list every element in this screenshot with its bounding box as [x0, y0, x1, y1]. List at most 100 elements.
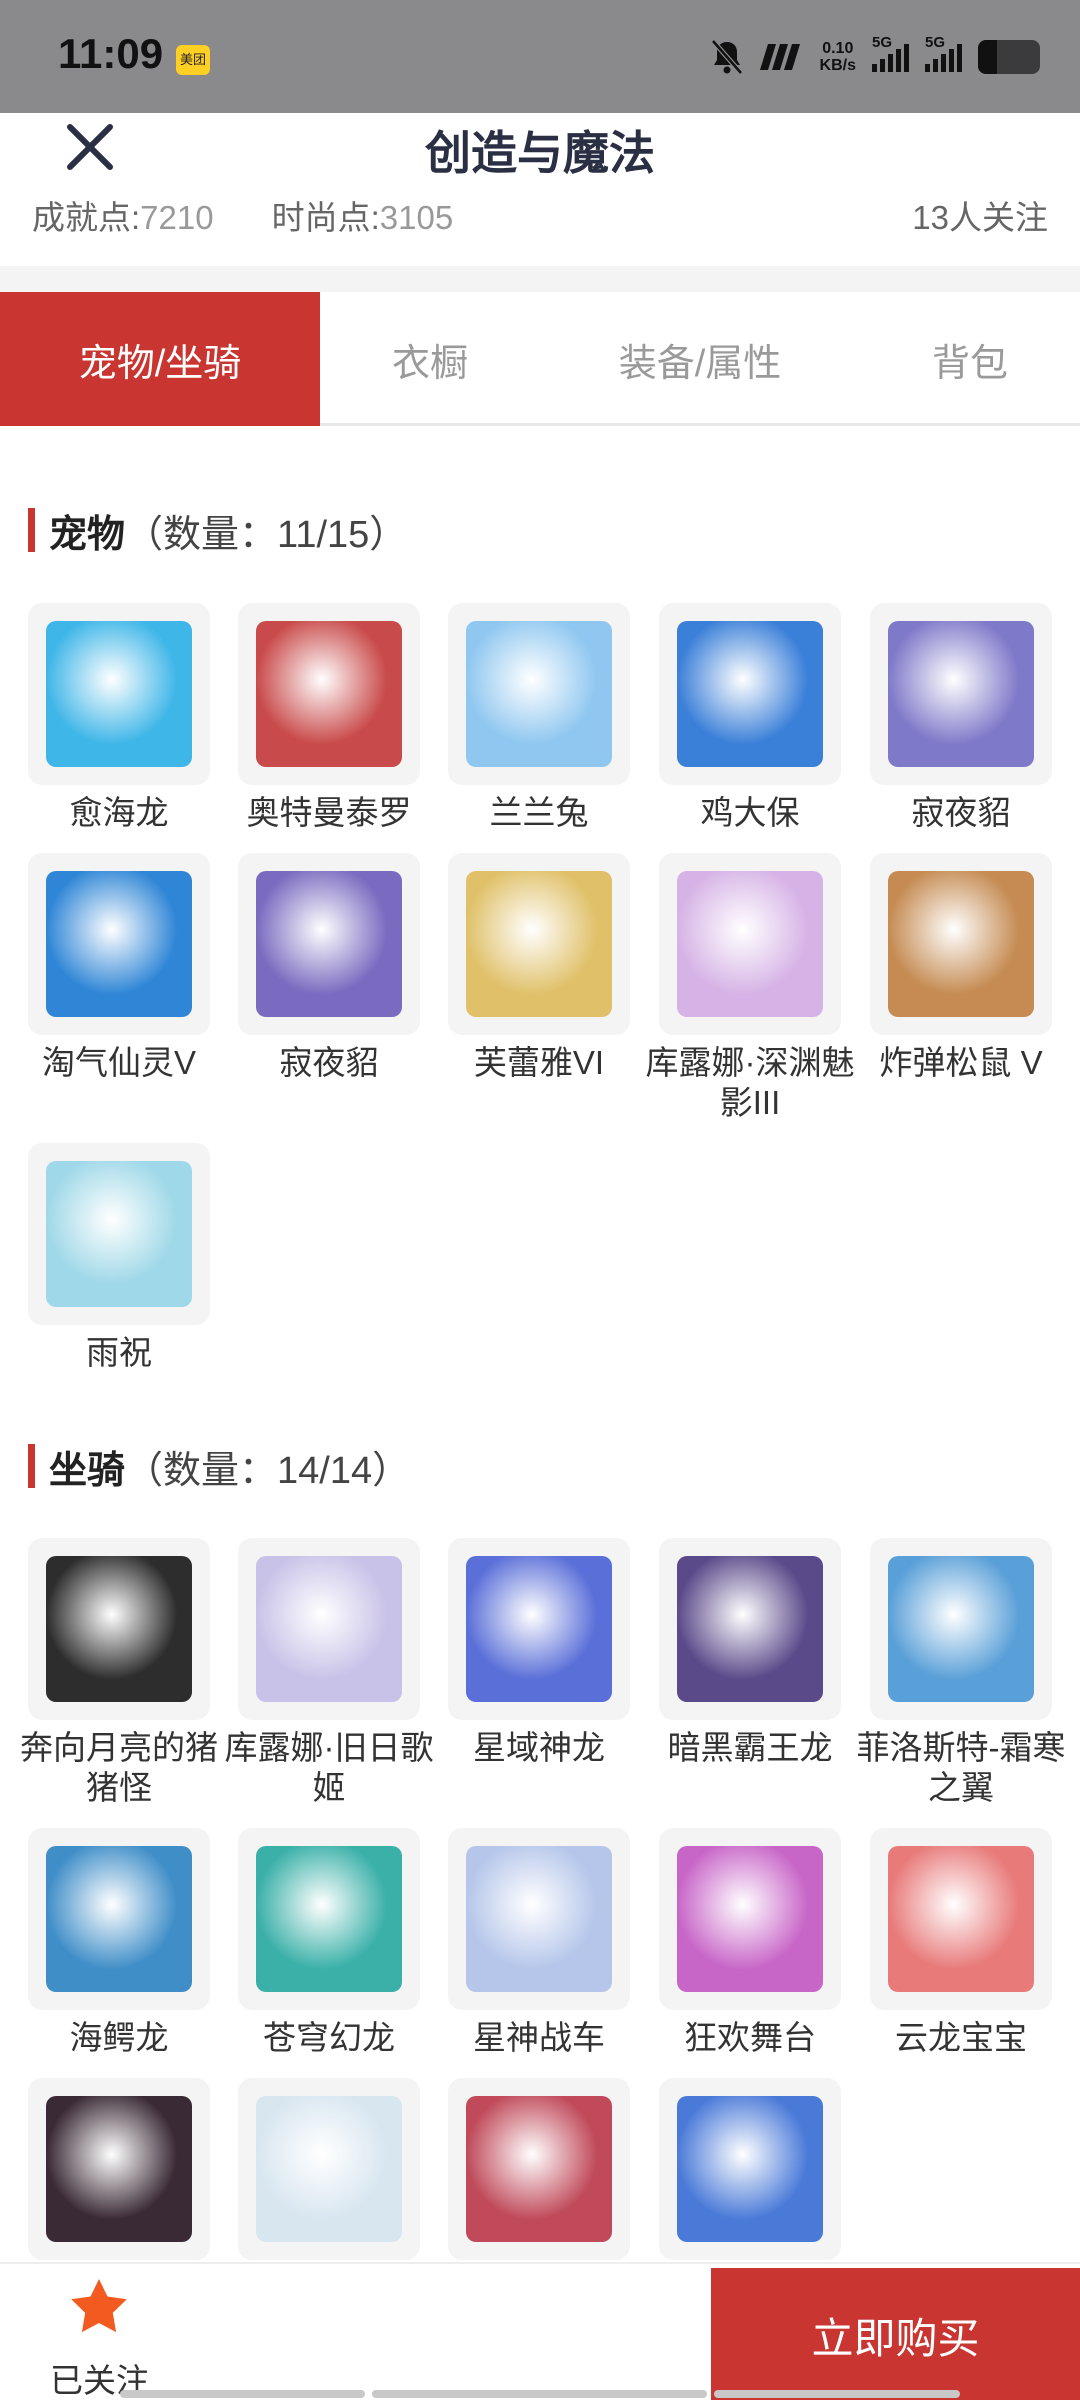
item-thumbnail — [28, 2078, 210, 2260]
network-speed: 0.10 KB/s — [819, 40, 856, 74]
item-image — [677, 621, 823, 767]
gesture-bar — [714, 2390, 960, 2398]
grid-item[interactable]: 苍穹幻龙 — [238, 1828, 420, 2058]
follower-count: 13人关注 — [912, 199, 1048, 236]
item-image — [466, 621, 612, 767]
grid-item[interactable]: 库露娜·旧日歌姬 — [225, 1538, 434, 1808]
item-label: 兰兰兔 — [489, 794, 589, 831]
grid-item[interactable] — [448, 2078, 630, 2268]
meituan-notification-icon: 美团 — [176, 45, 210, 75]
item-label: 库露娜·旧日歌姬 — [224, 1729, 434, 1806]
item-image — [677, 2096, 823, 2242]
sim2-signal-icon: 5G — [925, 34, 962, 72]
section-marker — [28, 1444, 35, 1488]
item-label: 鸡大保 — [700, 794, 800, 831]
follow-button[interactable]: 已关注 — [0, 2264, 200, 2400]
grid-item[interactable] — [238, 2078, 420, 2268]
item-label: 库露娜·深渊魅影III — [645, 1044, 855, 1121]
grid-item[interactable]: 雨祝 — [28, 1143, 210, 1373]
item-image — [256, 1556, 402, 1702]
item-label: 炸弹松鼠 V — [879, 1044, 1043, 1081]
item-label: 狂欢舞台 — [684, 2019, 816, 2056]
item-thumbnail — [28, 603, 210, 785]
mounts-section-title: 坐骑 （数量：14/14） — [28, 1442, 410, 1492]
item-image — [46, 2096, 192, 2242]
grid-item[interactable]: 狂欢舞台 — [659, 1828, 841, 2058]
item-thumbnail — [238, 853, 420, 1035]
status-icons: 0.10 KB/s 5G 5G — [710, 34, 1040, 80]
item-label: 星域神龙 — [473, 1729, 605, 1766]
grid-item[interactable] — [659, 2078, 841, 2268]
item-image — [466, 1846, 612, 1992]
hd-signal-icon — [759, 44, 800, 70]
item-image — [466, 871, 612, 1017]
item-thumbnail — [659, 603, 841, 785]
item-image — [466, 2096, 612, 2242]
buy-now-button[interactable]: 立即购买 — [711, 2268, 1080, 2400]
fashion-points: 时尚点:3105 — [271, 199, 454, 236]
item-label: 寂夜貂 — [911, 794, 1011, 831]
section-marker — [28, 508, 35, 552]
grid-item[interactable]: 海鳄龙 — [28, 1828, 210, 2058]
tab-backpack[interactable]: 背包 — [860, 292, 1080, 426]
item-image — [46, 1161, 192, 1307]
status-time: 11:09 — [58, 30, 164, 77]
grid-item[interactable]: 寂夜貂 — [238, 853, 420, 1083]
item-thumbnail — [28, 1143, 210, 1325]
grid-item[interactable]: 炸弹松鼠 V — [870, 853, 1052, 1083]
item-thumbnail — [238, 1538, 420, 1720]
item-thumbnail — [448, 853, 630, 1035]
gesture-bar — [120, 2390, 365, 2398]
item-thumbnail — [28, 1828, 210, 2010]
grid-item[interactable]: 云龙宝宝 — [870, 1828, 1052, 2058]
item-thumbnail — [448, 1538, 630, 1720]
item-image — [677, 871, 823, 1017]
item-thumbnail — [238, 2078, 420, 2260]
item-image — [256, 621, 402, 767]
grid-item[interactable]: 菲洛斯特-霜寒之翼 — [857, 1538, 1066, 1808]
item-label: 寂夜貂 — [279, 1044, 379, 1081]
grid-item[interactable]: 寂夜貂 — [870, 603, 1052, 833]
item-thumbnail — [238, 603, 420, 785]
tab-wardrobe[interactable]: 衣橱 — [320, 292, 540, 426]
item-image — [888, 621, 1034, 767]
item-label: 菲洛斯特-霜寒之翼 — [856, 1729, 1066, 1806]
item-label: 淘气仙灵V — [41, 1044, 196, 1081]
item-thumbnail — [448, 2078, 630, 2260]
item-thumbnail — [870, 603, 1052, 785]
grid-item[interactable]: 库露娜·深渊魅影III — [646, 853, 855, 1123]
item-label: 海鳄龙 — [69, 2019, 169, 2056]
grid-item[interactable] — [28, 2078, 210, 2268]
item-label: 暗黑霸王龙 — [667, 1729, 833, 1766]
divider — [0, 266, 1080, 292]
achievement-points: 成就点:7210 — [32, 199, 214, 236]
item-label: 奥特曼泰罗 — [246, 794, 412, 831]
item-image — [256, 1846, 402, 1992]
tab-pets-mounts[interactable]: 宠物/坐骑 — [0, 292, 320, 426]
item-thumbnail — [870, 1538, 1052, 1720]
item-image — [888, 1846, 1034, 1992]
grid-item[interactable]: 奔向月亮的猪猪怪 — [20, 1538, 218, 1808]
tab-equipment-attributes[interactable]: 装备/属性 — [540, 292, 860, 426]
gesture-bar — [372, 2390, 707, 2398]
grid-item[interactable]: 鸡大保 — [659, 603, 841, 833]
item-thumbnail — [28, 853, 210, 1035]
bottom-action-bar: 已关注 立即购买 — [0, 2262, 1080, 2400]
grid-item[interactable]: 暗黑霸王龙 — [659, 1538, 841, 1768]
item-thumbnail — [238, 1828, 420, 2010]
pets-section-title: 宠物 （数量：11/15） — [28, 506, 407, 556]
item-thumbnail — [448, 603, 630, 785]
item-thumbnail — [659, 853, 841, 1035]
grid-item[interactable]: 奥特曼泰罗 — [238, 603, 420, 833]
grid-item[interactable]: 芙蕾雅VI — [448, 853, 630, 1083]
grid-item[interactable]: 淘气仙灵V — [28, 853, 210, 1083]
star-icon — [71, 2279, 127, 2333]
status-bar: 11:09 美团 0.10 KB/s 5G 5G — [0, 0, 1080, 113]
grid-item[interactable]: 星域神龙 — [448, 1538, 630, 1768]
grid-item[interactable]: 愈海龙 — [28, 603, 210, 833]
item-image — [888, 1556, 1034, 1702]
page-title: 创造与魔法 — [425, 127, 655, 179]
header: 创造与魔法 成就点:7210 时尚点:3105 13人关注 — [0, 113, 1080, 266]
grid-item[interactable]: 星神战车 — [448, 1828, 630, 2058]
grid-item[interactable]: 兰兰兔 — [448, 603, 630, 833]
